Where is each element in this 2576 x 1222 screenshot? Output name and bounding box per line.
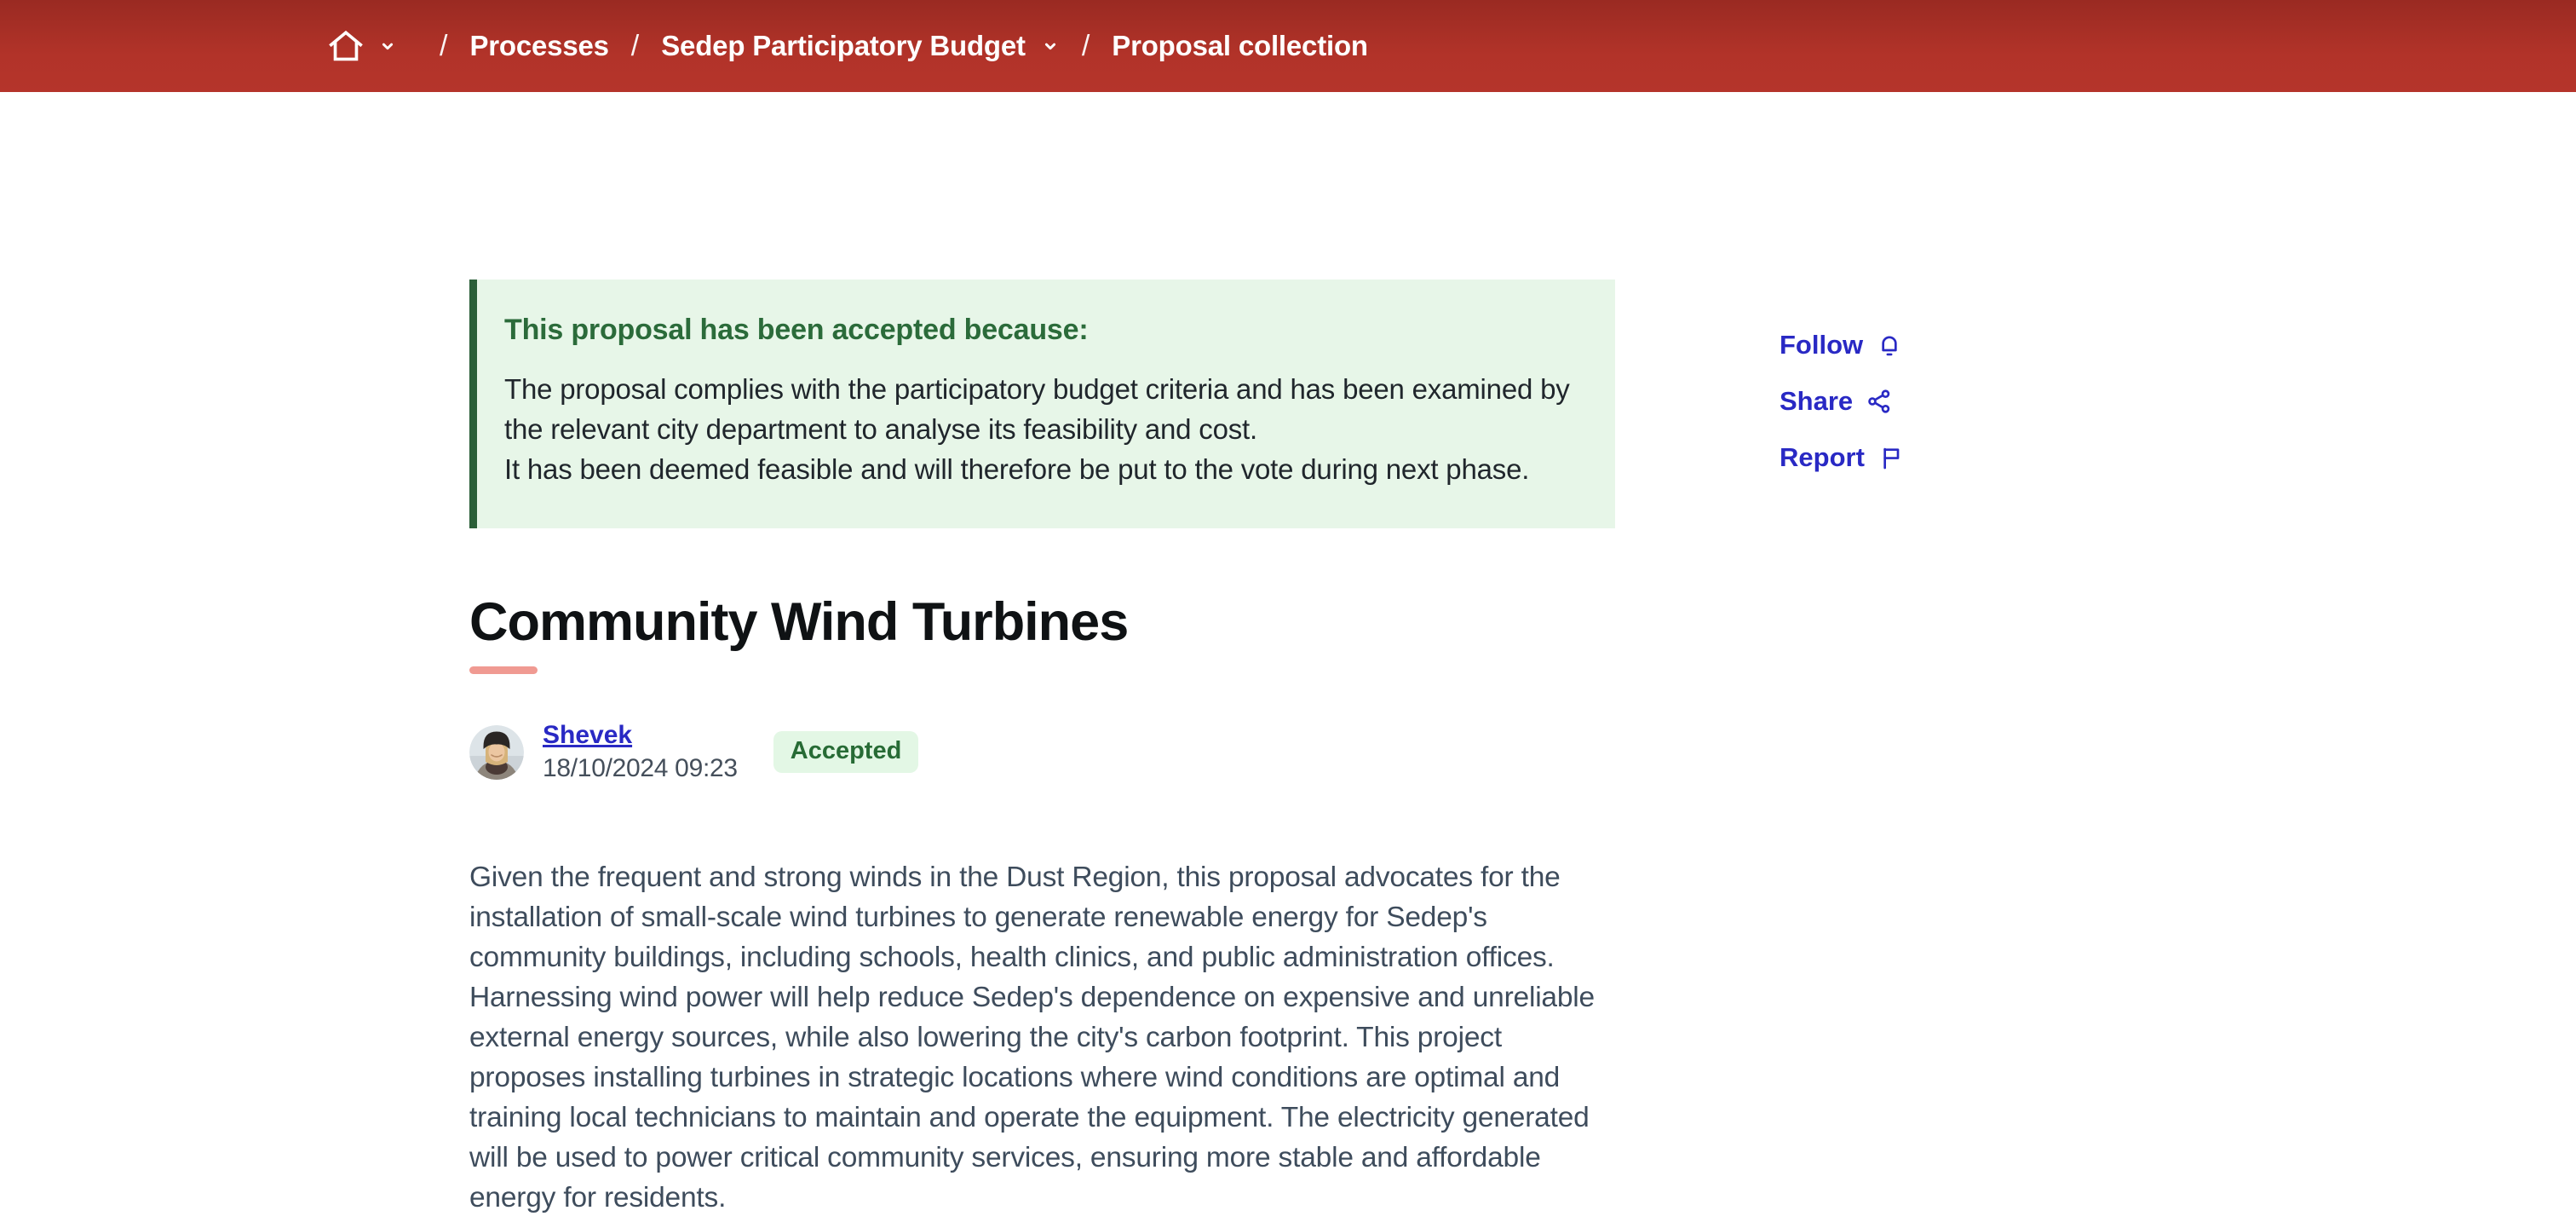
breadcrumb-item-proposal-collection[interactable]: Proposal collection [1112, 30, 1368, 62]
proposal-content: This proposal has been accepted because:… [0, 280, 2576, 1218]
callout-text-line: It has been deemed feasible and will the… [504, 449, 1574, 489]
proposal-body: Given the frequent and strong winds in t… [469, 857, 1615, 1218]
bell-icon [1876, 331, 1903, 359]
breadcrumb-item-sedep-participatory-budget[interactable]: Sedep Participatory Budget [661, 30, 1026, 62]
report-label: Report [1780, 442, 1865, 473]
flag-icon [1877, 444, 1905, 471]
author-meta: Shevek 18/10/2024 09:23 [543, 720, 738, 784]
action-rail: Follow Share Report [1780, 330, 1905, 473]
home-icon [327, 27, 365, 65]
author-avatar[interactable] [469, 725, 524, 780]
home-dropdown-toggle[interactable] [378, 37, 397, 55]
home-link[interactable] [327, 27, 365, 65]
callout-text-line: The proposal complies with the participa… [504, 369, 1574, 449]
share-nodes-icon [1866, 388, 1893, 415]
title-underline-decoration [469, 666, 538, 674]
report-button[interactable]: Report [1780, 442, 1905, 473]
proposal-timestamp: 18/10/2024 09:23 [543, 753, 738, 784]
chevron-down-icon [378, 37, 397, 55]
follow-button[interactable]: Follow [1780, 330, 1905, 360]
proposal-title: Community Wind Turbines [469, 591, 2576, 653]
proposal-page: / Processes / Sedep Participatory Budget… [0, 0, 2576, 1222]
process-dropdown-toggle[interactable] [1041, 37, 1060, 55]
breadcrumb: / Processes / Sedep Participatory Budget… [327, 27, 1368, 65]
status-badge: Accepted [773, 731, 919, 773]
author-link[interactable]: Shevek [543, 721, 632, 749]
author-row: Shevek 18/10/2024 09:23 Accepted [469, 720, 2576, 784]
acceptance-callout: This proposal has been accepted because:… [469, 280, 1615, 528]
breadcrumb-bar: / Processes / Sedep Participatory Budget… [0, 0, 2576, 92]
breadcrumb-separator: / [440, 30, 447, 63]
breadcrumb-item-processes[interactable]: Processes [469, 30, 608, 62]
follow-label: Follow [1780, 330, 1863, 360]
breadcrumb-separator: / [631, 30, 639, 63]
callout-title: This proposal has been accepted because: [504, 314, 1574, 347]
share-button[interactable]: Share [1780, 386, 1905, 417]
share-label: Share [1780, 386, 1853, 417]
breadcrumb-separator: / [1082, 30, 1090, 63]
chevron-down-icon [1041, 37, 1060, 55]
